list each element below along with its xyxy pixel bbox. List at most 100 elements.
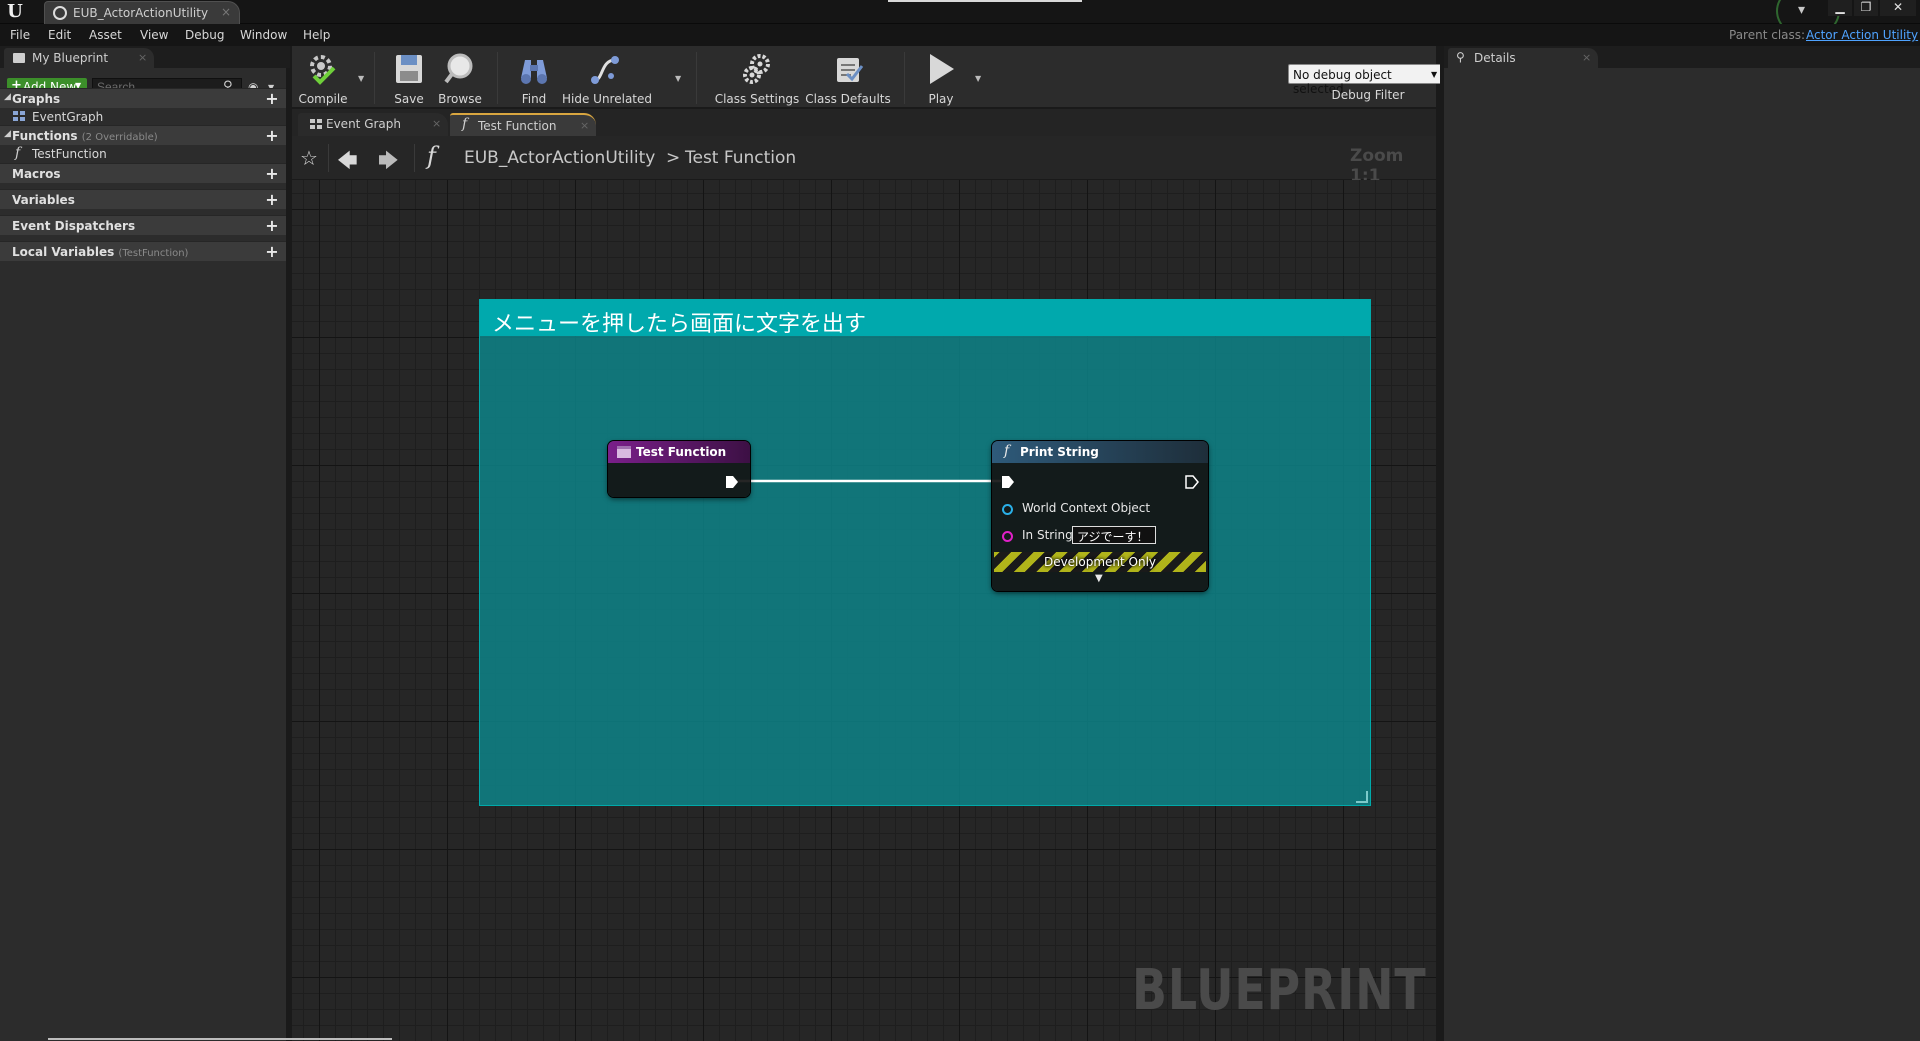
- unreal-logo-icon: U: [7, 1, 23, 22]
- menu-window[interactable]: Window: [240, 28, 287, 42]
- binoculars-icon: [521, 60, 547, 84]
- clipboard-check-icon: [837, 58, 864, 82]
- hide-unrelated-options-caret[interactable]: ▼: [675, 74, 681, 83]
- comment-box[interactable]: メニューを押したら画面に文字を出す: [479, 299, 1371, 806]
- comment-header[interactable]: メニューを押したら画面に文字を出す: [480, 300, 1370, 338]
- forward-arrow-icon[interactable]: 🡆: [378, 146, 399, 180]
- unreal-blueprint-editor: U EUB_ActorActionUtility × ▾ ▁ ❐ ✕ File …: [0, 0, 1920, 1041]
- add-variable-button[interactable]: +: [264, 190, 280, 210]
- function-icon: f: [1004, 443, 1010, 459]
- print-string-node-header[interactable]: f Print String: [992, 441, 1208, 463]
- graph-canvas[interactable]: メニューを押したら画面に文字を出す Test Function f Print …: [292, 180, 1436, 1041]
- section-event-dispatchers[interactable]: Event Dispatchers +: [0, 215, 286, 235]
- browse-label: Browse: [438, 92, 482, 106]
- comment-title[interactable]: メニューを押したら画面に文字を出す: [492, 306, 866, 338]
- gears-icon: [743, 54, 770, 84]
- add-macro-button[interactable]: +: [264, 164, 280, 184]
- in-string-pin[interactable]: [1002, 531, 1013, 542]
- tree-item-testfunction[interactable]: f TestFunction: [0, 145, 286, 163]
- add-local-variable-button[interactable]: +: [264, 242, 280, 262]
- scrollbar-indicator: [48, 1038, 392, 1040]
- blueprint-watermark: BLUEPRINT: [1132, 958, 1427, 1023]
- world-context-label: World Context Object: [1022, 501, 1151, 515]
- details-tab[interactable]: ⚲ Details ×: [1448, 48, 1598, 68]
- function-entry-node-header[interactable]: Test Function: [608, 441, 750, 463]
- breadcrumb-class[interactable]: EUB_ActorActionUtility: [464, 148, 655, 168]
- menu-edit[interactable]: Edit: [48, 28, 71, 42]
- class-defaults-button[interactable]: Class Defaults: [804, 50, 892, 106]
- star-icon[interactable]: ☆: [300, 146, 318, 170]
- exec-out-pin[interactable]: [1184, 474, 1200, 490]
- exec-out-pin[interactable]: [724, 474, 740, 490]
- section-graphs-label: Graphs: [12, 92, 61, 106]
- play-options-caret[interactable]: ▼: [975, 74, 981, 83]
- print-string-node[interactable]: f Print String World Context Object In S…: [992, 441, 1208, 591]
- add-graph-button[interactable]: +: [264, 89, 280, 109]
- in-string-input[interactable]: アジでーす！: [1072, 526, 1156, 544]
- document-tab-blueprint[interactable]: EUB_ActorActionUtility ×: [44, 1, 240, 24]
- section-functions[interactable]: ◢ Functions (2 Overridable) +: [0, 125, 286, 145]
- tab-event-graph-close-icon[interactable]: ×: [432, 117, 441, 130]
- details-tab-close-icon[interactable]: ×: [1582, 51, 1591, 64]
- section-variables[interactable]: Variables +: [0, 189, 286, 209]
- window-minimize-button[interactable]: ▁: [1828, 0, 1852, 16]
- toolbar-separator: [904, 52, 905, 104]
- add-function-button[interactable]: +: [264, 126, 280, 146]
- save-button[interactable]: Save: [384, 50, 434, 106]
- toolbar-separator: [696, 52, 697, 104]
- window-close-button[interactable]: ✕: [1880, 0, 1916, 16]
- add-event-dispatcher-button[interactable]: +: [264, 216, 280, 236]
- back-arrow-icon[interactable]: 🡄: [337, 146, 358, 180]
- exec-in-pin[interactable]: [1000, 474, 1016, 490]
- tab-test-function-label: Test Function: [478, 119, 557, 133]
- browse-button[interactable]: Browse: [432, 50, 488, 106]
- section-macros[interactable]: Macros +: [0, 163, 286, 183]
- find-button[interactable]: Find: [506, 50, 562, 106]
- menu-file[interactable]: File: [10, 28, 30, 42]
- my-blueprint-panel: My Blueprint × + Add New ▼ ⚲ ◉ ▼ ◢ Graph…: [0, 46, 290, 1041]
- in-string-label: In String: [1022, 528, 1073, 542]
- tab-test-function[interactable]: f Test Function ×: [450, 113, 596, 136]
- menu-debug[interactable]: Debug: [185, 28, 224, 42]
- menu-bar: File Edit Asset View Debug Window Help P…: [0, 24, 1920, 46]
- compile-button[interactable]: Compile: [294, 50, 352, 106]
- menu-view[interactable]: View: [140, 28, 168, 42]
- debug-filter-label: Debug Filter: [1331, 88, 1405, 102]
- parent-class-link[interactable]: Actor Action Utility: [1806, 28, 1918, 42]
- my-blueprint-tab[interactable]: My Blueprint ×: [4, 48, 154, 68]
- chevron-down-icon: ▼: [1431, 70, 1438, 79]
- tab-event-graph-label: Event Graph: [326, 117, 401, 131]
- my-blueprint-tab-close-icon[interactable]: ×: [138, 51, 147, 64]
- details-tab-label: Details: [1474, 51, 1516, 65]
- compile-label: Compile: [298, 92, 348, 106]
- compile-options-caret[interactable]: ▼: [358, 74, 364, 83]
- section-macros-label: Macros: [12, 167, 61, 181]
- breadcrumb-separator: [414, 144, 415, 172]
- window-maximize-button[interactable]: ❐: [1854, 0, 1878, 16]
- hide-unrelated-button[interactable]: Hide Unrelated: [562, 50, 652, 106]
- expand-arrow-icon[interactable]: ▼: [1095, 573, 1103, 584]
- collapse-arrow-icon: ◢: [4, 92, 11, 102]
- development-only-banner: Development Only: [994, 552, 1206, 572]
- tab-event-graph[interactable]: Event Graph ×: [298, 113, 448, 136]
- notification-icon[interactable]: ▾: [1798, 2, 1816, 20]
- function-entry-node[interactable]: Test Function: [608, 441, 750, 497]
- section-functions-label: Functions (2 Overridable): [12, 129, 158, 143]
- world-context-pin[interactable]: [1002, 504, 1013, 515]
- debug-object-select[interactable]: No debug object selected ▼: [1288, 64, 1446, 96]
- comment-resize-handle[interactable]: [1356, 791, 1368, 803]
- menu-asset[interactable]: Asset: [89, 28, 122, 42]
- tree-item-eventgraph[interactable]: EventGraph: [0, 108, 286, 126]
- collapse-arrow-icon: ◢: [4, 129, 11, 139]
- tab-test-function-close-icon[interactable]: ×: [580, 119, 589, 132]
- breadcrumb-function[interactable]: Test Function: [685, 148, 796, 168]
- section-graphs[interactable]: ◢ Graphs +: [0, 88, 286, 108]
- menu-help[interactable]: Help: [303, 28, 330, 42]
- document-tab-close-icon[interactable]: ×: [221, 5, 231, 19]
- section-local-variables[interactable]: Local Variables (TestFunction) +: [0, 241, 286, 261]
- toolbar: Compile ▼ Save Browse Find Hide Unrelate…: [292, 46, 1446, 108]
- play-button[interactable]: Play: [912, 50, 970, 106]
- print-string-node-title: Print String: [1020, 445, 1099, 459]
- breadcrumb-separator: [328, 144, 329, 172]
- class-settings-button[interactable]: Class Settings: [712, 50, 802, 106]
